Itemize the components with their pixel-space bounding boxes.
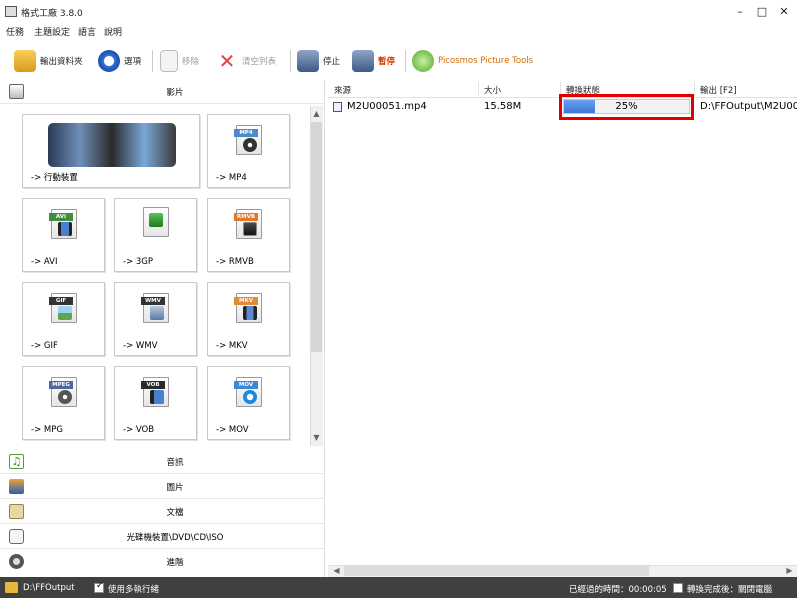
clear-list-button[interactable]: ✕ 清空列表 bbox=[216, 48, 276, 74]
gif-file-icon: GIF bbox=[49, 293, 77, 323]
picosmos-icon bbox=[412, 50, 434, 72]
window-title: 格式工廠 3.8.0 bbox=[21, 9, 83, 19]
vob-file-icon: VOB bbox=[141, 377, 169, 407]
remove-file-icon bbox=[160, 50, 178, 72]
task-list-panel bbox=[328, 80, 797, 577]
category-disc[interactable]: 光碟機裝置\DVD\CD\ISO bbox=[0, 525, 325, 549]
toolbar: 輸出資料夾 選項 移除 ✕ 清空列表 停止 暫停 Picosmos Pictur… bbox=[0, 42, 797, 80]
remove-button[interactable]: 移除 bbox=[160, 48, 199, 74]
tile-vob[interactable]: VOB -> VOB bbox=[114, 366, 197, 440]
category-document[interactable]: 文檔 bbox=[0, 500, 325, 524]
close-button[interactable]: ✕ bbox=[774, 4, 794, 20]
scroll-left-icon[interactable]: ◀ bbox=[330, 566, 343, 576]
tile-gif[interactable]: GIF -> GIF bbox=[22, 282, 105, 356]
tile-mkv[interactable]: MKV -> MKV bbox=[207, 282, 290, 356]
tile-rmvb[interactable]: RMVB -> RMVB bbox=[207, 198, 290, 272]
tile-mp4[interactable]: MP4 -> MP4 bbox=[207, 114, 290, 188]
task-size: 15.58M bbox=[484, 101, 522, 112]
menu-help[interactable]: 說明 bbox=[104, 25, 122, 38]
tile-3gp[interactable]: -> 3GP bbox=[114, 198, 197, 272]
mov-file-icon: MOV bbox=[234, 377, 262, 407]
status-bar: D:\FFOutput 使用多執行緒 已經過的時間：00:00:05 轉換完成後… bbox=[0, 577, 797, 598]
multithread-label: 使用多執行緒 bbox=[108, 585, 160, 595]
title-bar: 格式工廠 3.8.0 – □ ✕ bbox=[0, 0, 797, 22]
progress-highlight-box bbox=[559, 94, 694, 120]
video-file-icon bbox=[333, 102, 342, 112]
rmvb-file-icon: RMVB bbox=[234, 209, 262, 239]
tile-mov[interactable]: MOV -> MOV bbox=[207, 366, 290, 440]
menu-language[interactable]: 語言 bbox=[78, 25, 96, 38]
output-folder-icon[interactable] bbox=[5, 582, 18, 593]
format-panel-scroll-thumb[interactable] bbox=[311, 122, 322, 352]
stop-icon bbox=[297, 50, 319, 72]
tile-mobile-devices[interactable]: -> 行動裝置 bbox=[22, 114, 200, 188]
pause-icon bbox=[352, 50, 374, 72]
tile-avi[interactable]: AVI -> AVI bbox=[22, 198, 105, 272]
after-convert-label: 轉換完成後：關閉電腦 bbox=[687, 585, 773, 595]
picosmos-tools-button[interactable]: Picosmos Picture Tools bbox=[412, 48, 533, 74]
scroll-up-icon[interactable]: ▲ bbox=[310, 108, 323, 120]
category-audio[interactable]: ♫ 音訊 bbox=[0, 450, 325, 474]
mpg-file-icon: MPEG bbox=[49, 377, 77, 407]
scroll-down-icon[interactable]: ▼ bbox=[310, 432, 323, 444]
pause-button[interactable]: 暫停 bbox=[352, 48, 395, 74]
multithread-checkbox[interactable] bbox=[94, 581, 104, 594]
elapsed-time: 已經過的時間：00:00:05 bbox=[569, 585, 667, 595]
output-path[interactable]: D:\FFOutput bbox=[23, 583, 75, 593]
wmv-file-icon: WMV bbox=[141, 293, 169, 323]
output-folder-button[interactable]: 輸出資料夾 bbox=[14, 48, 83, 74]
tile-wmv[interactable]: WMV -> WMV bbox=[114, 282, 197, 356]
tile-mpg[interactable]: MPEG -> MPG bbox=[22, 366, 105, 440]
column-size[interactable]: 大小 bbox=[484, 84, 501, 96]
mobile-devices-icon bbox=[48, 123, 176, 167]
minimize-button[interactable]: – bbox=[730, 4, 750, 20]
avi-file-icon: AVI bbox=[49, 209, 77, 239]
mkv-file-icon: MKV bbox=[234, 293, 262, 323]
folder-icon bbox=[14, 50, 36, 72]
options-gear-icon bbox=[98, 50, 120, 72]
maximize-button[interactable]: □ bbox=[752, 4, 772, 20]
options-button[interactable]: 選項 bbox=[98, 48, 141, 74]
shutdown-checkbox[interactable] bbox=[673, 583, 683, 594]
3gp-file-icon bbox=[143, 207, 169, 237]
category-picture[interactable]: 圖片 bbox=[0, 475, 325, 499]
stop-button[interactable]: 停止 bbox=[297, 48, 340, 74]
column-output[interactable]: 輸出 [F2] bbox=[700, 84, 737, 96]
task-source: M2U00051.mp4 bbox=[347, 101, 427, 112]
clear-x-icon: ✕ bbox=[218, 49, 236, 73]
task-list-hscroll-thumb[interactable] bbox=[344, 566, 649, 576]
category-advanced[interactable]: 進階 bbox=[0, 550, 325, 574]
scroll-right-icon[interactable]: ▶ bbox=[783, 566, 796, 576]
task-output: D:\FFOutput\M2U00 bbox=[700, 101, 797, 112]
mp4-file-icon: MP4 bbox=[234, 125, 262, 155]
video-format-grid: -> 行動裝置 MP4 -> MP4 AVI -> AVI -> 3GP RMV… bbox=[18, 112, 308, 442]
menu-theme[interactable]: 主題設定 bbox=[34, 25, 70, 38]
menu-bar: 任務 主題設定 語言 說明 bbox=[0, 22, 797, 38]
column-source[interactable]: 來源 bbox=[334, 84, 351, 96]
app-icon bbox=[5, 6, 17, 17]
menu-task[interactable]: 任務 bbox=[6, 25, 24, 38]
category-video[interactable]: 影片 bbox=[0, 80, 325, 104]
